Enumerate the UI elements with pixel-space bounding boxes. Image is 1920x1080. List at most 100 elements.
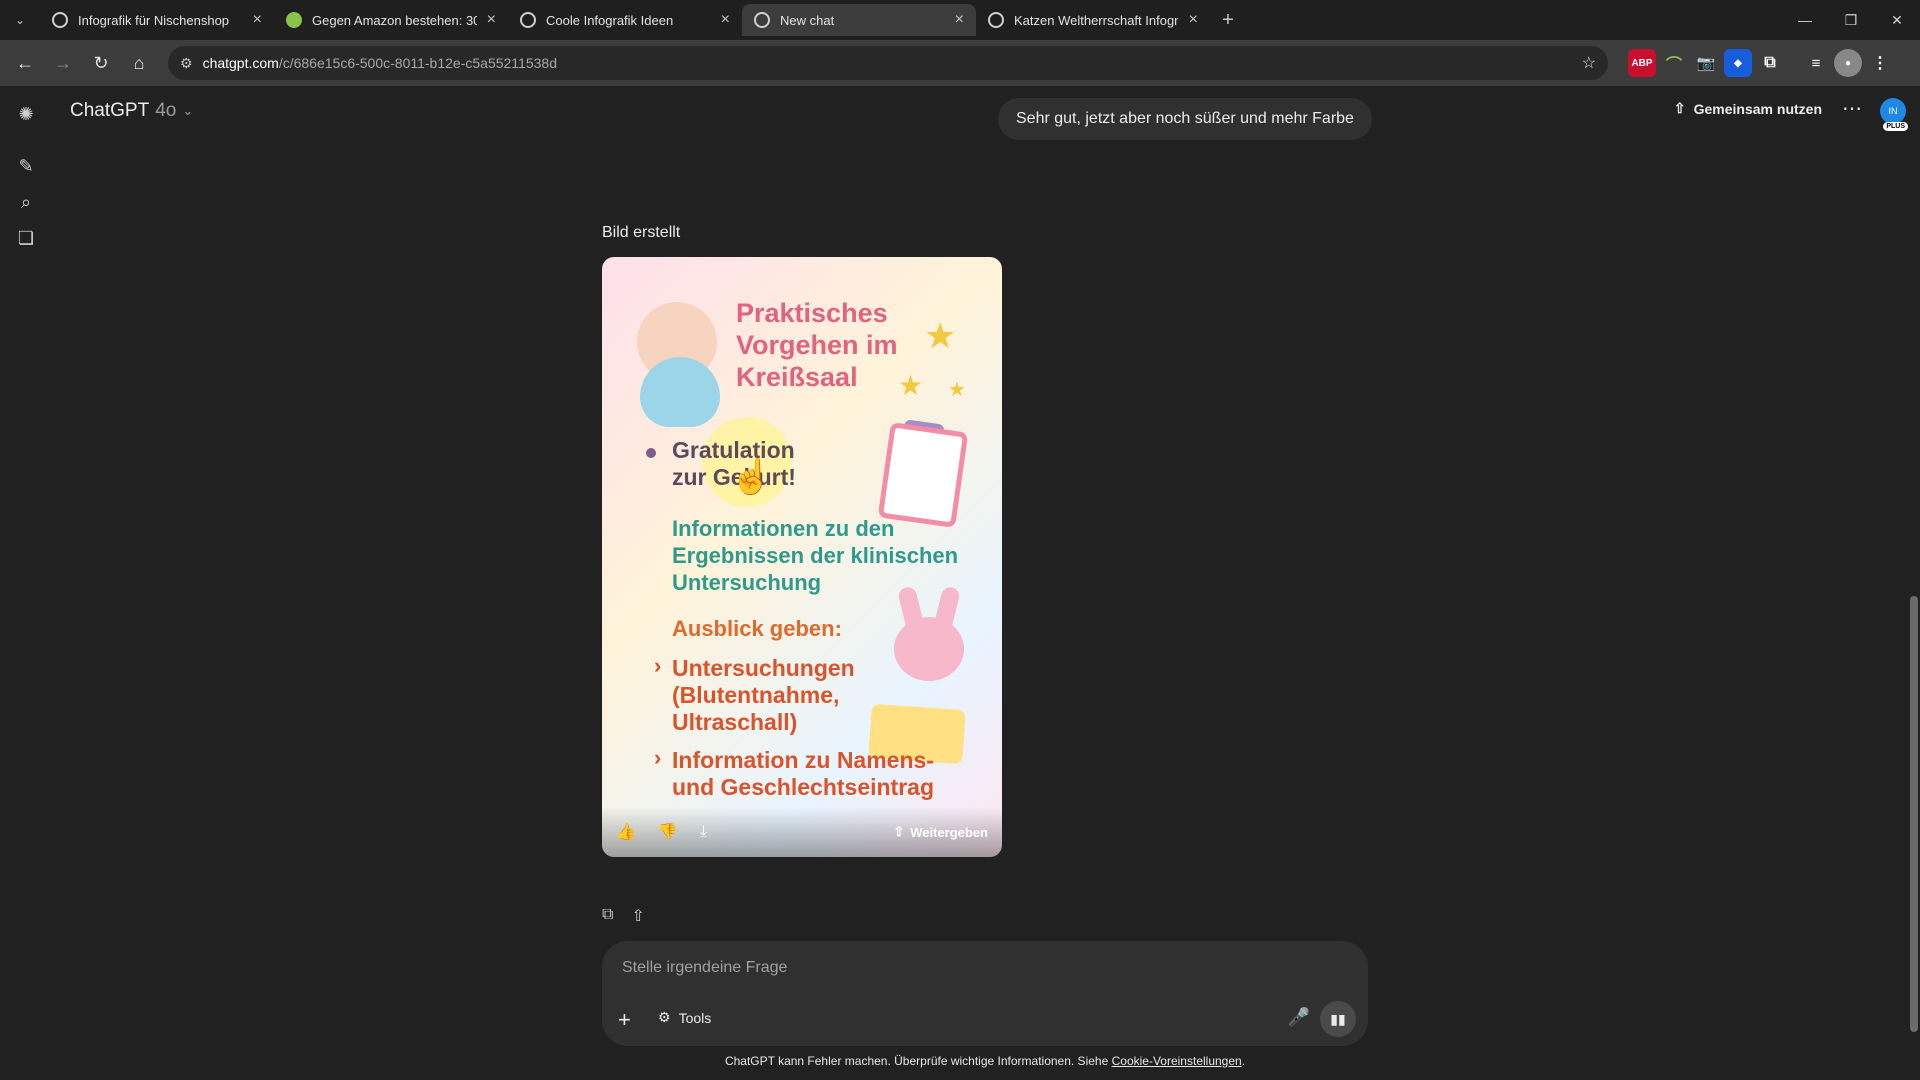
tab-search-dropdown[interactable]: ⌄ <box>0 0 40 40</box>
tab-title: Infografik für Nischenshop <box>78 12 230 28</box>
chevron-right-icon: › <box>654 745 662 770</box>
infographic-item-name-entry: Information zu Namens- und Geschlechtsei… <box>672 747 935 800</box>
url-path: /c/686e15c6-500c-8011-b12e-c5a55211538d <box>278 55 557 71</box>
image-share-button[interactable]: ⇧ Weitergeben <box>893 824 988 840</box>
user-message-bubble: Sehr gut, jetzt aber noch süßer und mehr… <box>998 98 1372 140</box>
camera-extension-icon[interactable]: 📷 <box>1692 49 1720 77</box>
tools-sliders-icon: ⚙ <box>658 1009 671 1025</box>
baby-blanket-illustration <box>640 357 720 427</box>
new-tab-button[interactable]: + <box>1210 4 1246 36</box>
minimize-icon[interactable]: — <box>1782 0 1828 40</box>
media-control-icon[interactable]: ≡ <box>1802 49 1830 77</box>
tab-title: Katzen Weltherrschaft Infograf <box>1014 12 1179 28</box>
hand-cursor-icon: ☝ <box>730 458 773 496</box>
tab-title: Coole Infografik Ideen <box>546 12 674 28</box>
extensions-puzzle-icon[interactable]: ⧉ <box>1756 49 1784 77</box>
left-rail: ✺ ✎ ⌕ ❏ <box>0 86 52 1080</box>
chevron-down-icon: ⌄ <box>182 103 194 118</box>
infographic-title: Praktisches Vorgehen im Kreißsaal <box>736 298 898 392</box>
browser-menu-icon[interactable]: ⋮ <box>1866 49 1894 77</box>
clipboard-illustration <box>877 422 969 528</box>
infographic-item-outlook: Ausblick geben: <box>672 616 842 641</box>
share-icon[interactable]: ⇧ <box>631 906 644 926</box>
share-label: Gemeinsam nutzen <box>1693 100 1822 117</box>
tools-label: Tools <box>678 1009 712 1026</box>
more-options-icon[interactable]: ⋯ <box>1842 96 1862 121</box>
extension-icon[interactable]: ⌒ <box>1660 49 1688 77</box>
browser-tab[interactable]: Gegen Amazon bestehen: 30 T × <box>274 4 508 36</box>
browser-tab-active[interactable]: New chat × <box>742 4 976 36</box>
library-icon[interactable]: ❏ <box>14 226 38 250</box>
profile-avatar-icon[interactable]: ● <box>1834 49 1862 77</box>
cookie-settings-link[interactable]: Cookie-Voreinstellungen <box>1112 1054 1242 1068</box>
search-icon[interactable]: ⌕ <box>14 190 38 214</box>
tab-close-icon[interactable]: × <box>955 11 964 29</box>
new-chat-icon[interactable]: ✎ <box>14 154 38 178</box>
adblock-extension-icon[interactable]: ABP <box>1628 49 1656 77</box>
window-controls: — ❐ ✕ <box>1782 0 1920 40</box>
close-window-icon[interactable]: ✕ <box>1874 0 1920 40</box>
tab-close-icon[interactable]: × <box>487 11 496 29</box>
openai-favicon-icon <box>52 12 68 28</box>
tab-title: New chat <box>780 12 835 28</box>
copy-icon[interactable]: ⧉ <box>602 906 613 926</box>
voice-mode-button[interactable]: ▮▮ <box>1320 1001 1356 1037</box>
share-button[interactable]: ⇧ Gemeinsam nutzen <box>1674 100 1822 117</box>
tab-close-icon[interactable]: × <box>253 11 262 29</box>
bullet-icon <box>646 448 656 458</box>
disclaimer-period: . <box>1241 1054 1246 1068</box>
prompt-input[interactable] <box>622 959 1322 977</box>
model-version: 4o <box>155 100 177 121</box>
forward-icon[interactable]: → <box>46 46 80 80</box>
image-status-label: Bild erstellt <box>602 224 681 241</box>
image-share-label: Weitergeben <box>910 824 988 840</box>
reload-icon[interactable]: ↻ <box>84 46 118 80</box>
browser-toolbar: ← → ↻ ⌂ ⚙ chatgpt.com/c/686e15c6-500c-80… <box>0 40 1920 86</box>
thumbs-up-icon[interactable]: 👍 <box>616 822 636 842</box>
tab-title: Gegen Amazon bestehen: 30 T <box>312 12 477 28</box>
home-icon[interactable]: ⌂ <box>122 46 156 80</box>
infographic-item-exams: Untersuchungen (Blutentnahme, Ultraschal… <box>672 655 855 735</box>
bunny-illustration <box>894 617 964 681</box>
image-action-bar: 👍 👎 ⤓ ⇧ Weitergeben <box>602 807 1002 857</box>
bitwarden-extension-icon[interactable]: ◆ <box>1724 49 1752 77</box>
user-avatar[interactable]: IN <box>1880 98 1906 124</box>
tab-close-icon[interactable]: × <box>1189 11 1198 29</box>
microphone-icon[interactable]: 🎤 <box>1288 1007 1310 1028</box>
site-favicon-icon <box>286 12 302 28</box>
chatgpt-app: ✺ ✎ ⌕ ❏ ChatGPT 4o ⌄ ⇧ Gemeinsam nutzen … <box>0 86 1920 1080</box>
star-icon: ★ <box>948 379 966 401</box>
url-host: chatgpt.com <box>202 55 279 71</box>
message-actions: ⧉ ⇧ <box>602 906 645 926</box>
chat-composer: + ⚙ Tools 🎤 ▮▮ <box>602 941 1368 1046</box>
share-icon: ⇧ <box>1673 100 1686 116</box>
openai-favicon-icon <box>988 12 1004 28</box>
openai-favicon-icon <box>754 12 770 28</box>
tools-button[interactable]: ⚙ Tools <box>658 1009 711 1026</box>
chevron-right-icon: › <box>654 653 662 678</box>
browser-tab[interactable]: Coole Infografik Ideen × <box>508 4 742 36</box>
disclaimer-text: ChatGPT kann Fehler machen. Überprüfe wi… <box>724 1054 1109 1068</box>
generated-image[interactable]: ★ ★ ★ Praktisches Vorgehen im Kreißsaal … <box>602 257 1002 857</box>
share-icon: ⇧ <box>893 824 905 839</box>
restore-icon[interactable]: ❐ <box>1828 0 1874 40</box>
site-info-icon[interactable]: ⚙ <box>180 55 193 72</box>
openai-logo-icon[interactable]: ✺ <box>14 102 38 126</box>
download-icon[interactable]: ⤓ <box>700 823 707 841</box>
browser-tab[interactable]: Infografik für Nischenshop × <box>40 4 274 36</box>
back-icon[interactable]: ← <box>8 46 42 80</box>
openai-favicon-icon <box>520 12 536 28</box>
plan-badge: PLUS <box>1883 122 1908 131</box>
model-name: ChatGPT <box>70 100 150 121</box>
thumbs-down-icon[interactable]: 👎 <box>658 822 678 842</box>
browser-tab[interactable]: Katzen Weltherrschaft Infograf × <box>976 4 1210 36</box>
disclaimer: ChatGPT kann Fehler machen. Überprüfe wi… <box>0 1054 1920 1068</box>
address-bar[interactable]: ⚙ chatgpt.com/c/686e15c6-500c-8011-b12e-… <box>168 46 1608 80</box>
bookmark-star-icon[interactable]: ☆ <box>1582 53 1596 73</box>
tab-close-icon[interactable]: × <box>721 11 730 29</box>
page-scrollbar[interactable] <box>1910 596 1918 1032</box>
add-attachment-icon[interactable]: + <box>618 1007 631 1033</box>
browser-tab-bar: ⌄ Infografik für Nischenshop × Gegen Ama… <box>0 0 1920 40</box>
infographic-item-results: Informationen zu den Ergebnissen der kli… <box>672 516 959 595</box>
model-selector[interactable]: ChatGPT 4o ⌄ <box>70 100 193 122</box>
